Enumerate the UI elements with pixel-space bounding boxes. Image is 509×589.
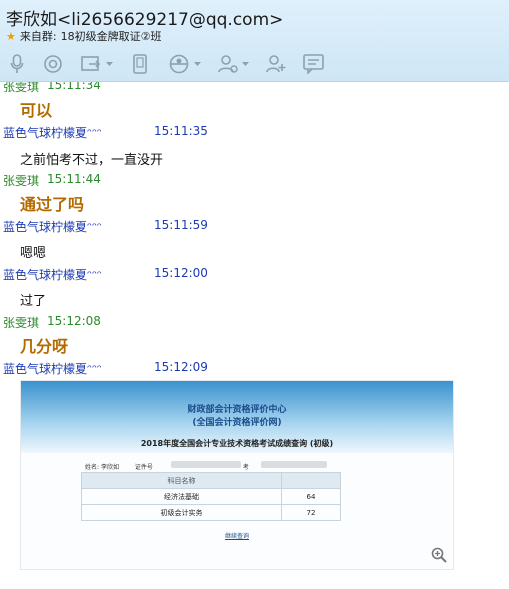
zoom-icon[interactable]: [431, 547, 447, 563]
message-text: 几分呀: [20, 337, 69, 356]
score-cell: 64: [281, 488, 341, 505]
sender-name[interactable]: 张雯琪: [3, 314, 39, 331]
name-label: 姓名:: [85, 464, 100, 471]
microphone-icon[interactable]: [6, 50, 28, 78]
screenshot-heading: 2018年度全国会计专业技术资格考试成绩查询 (初级): [140, 439, 334, 448]
chat-header: 李欣如<li2656629217@qq.com> ★ 来自群: 18初级金牌取证…: [0, 0, 509, 82]
add-friend-icon[interactable]: [264, 50, 288, 78]
remote-assist-icon[interactable]: [164, 50, 204, 78]
message-header: 蓝色气球柠檬夏ᵔᵔᵔ 15:12:09: [3, 360, 208, 377]
table-header-cell: [281, 472, 341, 489]
message-text: 可以: [20, 101, 53, 120]
subject-cell: 初级会计实务: [81, 504, 282, 521]
name-value: 李欣如: [100, 464, 119, 471]
message-text: 过了: [20, 294, 47, 309]
star-icon: ★: [6, 29, 16, 43]
group-manage-icon[interactable]: [214, 50, 252, 78]
message-header: 张雯琪 15:12:08: [3, 314, 101, 331]
message-time: 15:11:34: [47, 82, 101, 92]
redacted-block: [171, 461, 241, 468]
message-board-icon[interactable]: [302, 50, 326, 78]
sender-name[interactable]: 张雯琪: [3, 172, 39, 189]
message-header: 蓝色气球柠檬夏ᵔᵔᵔ 15:11:59: [3, 218, 208, 235]
chevron-down-icon: [242, 61, 249, 66]
continue-query-link: 继续查询: [224, 533, 249, 540]
message-time: 15:11:35: [154, 124, 208, 138]
message-time: 15:12:09: [154, 360, 208, 374]
chevron-down-icon: [106, 61, 113, 66]
score-table: 科目名称 经济法基础 64 初级会计实务 72: [81, 472, 341, 521]
message-time: 15:12:00: [154, 266, 208, 280]
sender-name[interactable]: 张雯琪: [3, 82, 39, 95]
group-source-line: ★ 来自群: 18初级金牌取证②班: [6, 28, 161, 44]
subject-cell: 经济法基础: [81, 488, 282, 505]
screenshot-title: 财政部会计资格评价中心: [187, 405, 287, 415]
share-screen-icon[interactable]: [78, 50, 116, 78]
message-header: 张雯琪 15:11:34: [3, 82, 101, 95]
image-attachment[interactable]: 财政部会计资格评价中心 (全国会计资格评价网) 2018年度全国会计专业技术资格…: [20, 380, 454, 570]
table-row: 初级会计实务 72: [81, 504, 341, 521]
table-header-row: 科目名称: [81, 472, 341, 489]
exam-label: 考: [242, 464, 249, 471]
message-header: 蓝色气球柠檬夏ᵔᵔᵔ 15:11:35: [3, 124, 208, 141]
tablet-icon[interactable]: [130, 50, 150, 78]
table-row: 经济法基础 64: [81, 488, 341, 505]
message-text: 之前怕考不过，一直没开: [20, 153, 164, 168]
camera-icon[interactable]: [42, 50, 64, 78]
table-header-cell: 科目名称: [81, 472, 282, 489]
sender-name[interactable]: 蓝色气球柠檬夏ᵔᵔᵔ: [3, 218, 102, 235]
redacted-block: [261, 461, 327, 468]
message-text: 嗯嗯: [20, 246, 47, 261]
message-time: 15:11:44: [47, 172, 101, 186]
message-time: 15:11:59: [154, 218, 208, 232]
message-time: 15:12:08: [47, 314, 101, 328]
source-group[interactable]: 18初级金牌取证②班: [61, 28, 162, 44]
message-text: 通过了吗: [20, 195, 85, 214]
chevron-down-icon: [194, 61, 201, 66]
score-cell: 72: [281, 504, 341, 521]
source-label: 来自群:: [19, 30, 57, 43]
chat-title: 李欣如<li2656629217@qq.com>: [6, 10, 284, 30]
id-label: 证件号: [134, 464, 153, 471]
screenshot-subtitle: (全国会计资格评价网): [192, 418, 282, 428]
sender-name[interactable]: 蓝色气球柠檬夏ᵔᵔᵔ: [3, 124, 102, 141]
sender-name[interactable]: 蓝色气球柠檬夏ᵔᵔᵔ: [3, 360, 102, 377]
message-list[interactable]: 张雯琪 15:11:34 可以 蓝色气球柠檬夏ᵔᵔᵔ 15:11:35 之前怕考…: [0, 82, 509, 589]
message-header: 蓝色气球柠檬夏ᵔᵔᵔ 15:12:00: [3, 266, 208, 283]
message-header: 张雯琪 15:11:44: [3, 172, 101, 189]
sender-name[interactable]: 蓝色气球柠檬夏ᵔᵔᵔ: [3, 266, 102, 283]
toolbar: [0, 50, 509, 78]
